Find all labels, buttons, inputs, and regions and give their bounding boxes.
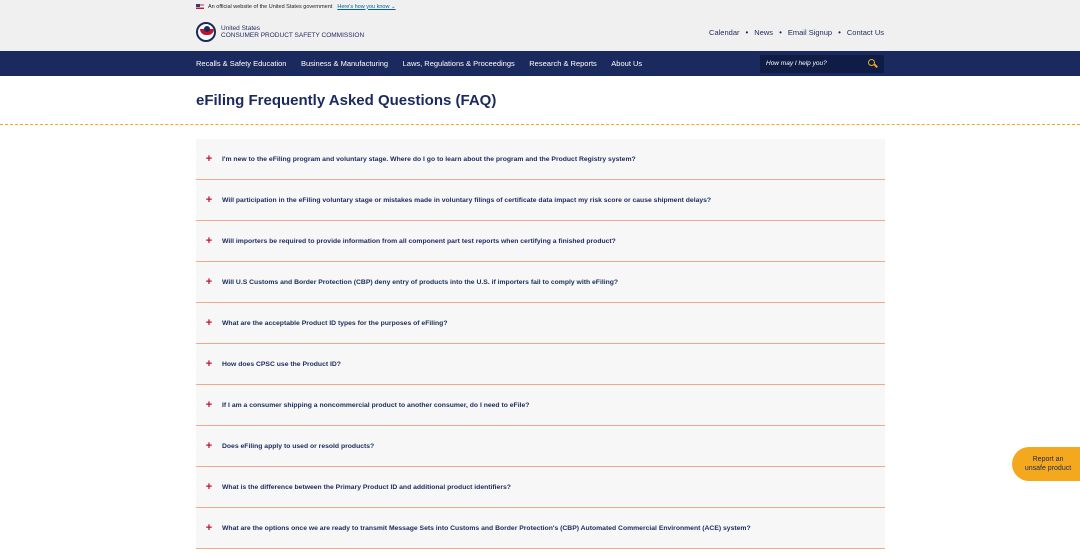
report-button-line2: unsafe product [1024, 465, 1072, 472]
main-nav: Recalls & Safety Education Business & Ma… [0, 51, 1080, 76]
faq-question: If I am a consumer shipping a noncommerc… [222, 401, 530, 409]
faq-question: What are the acceptable Product ID types… [222, 319, 448, 327]
contact-us-link[interactable]: Contact Us [847, 28, 884, 37]
faq-item[interactable]: + Will participation in the eFiling volun… [196, 180, 885, 221]
plus-icon: + [205, 194, 213, 206]
faq-question: What are the options once we are ready t… [222, 524, 751, 532]
utility-links: Calendar • News • Email Signup • Contact… [709, 28, 884, 37]
plus-icon: + [205, 276, 213, 288]
faq-item[interactable]: + What are the options once we are ready … [196, 508, 885, 549]
faq-question: Does eFiling apply to used or resold pro… [222, 442, 375, 450]
faq-item[interactable]: + If I am a consumer shipping a noncommer… [196, 385, 885, 426]
faq-item[interactable]: + Does eFiling apply to used or resold pr… [196, 426, 885, 467]
plus-icon: + [205, 440, 213, 452]
plus-icon: + [205, 399, 213, 411]
report-unsafe-product-button[interactable]: Report an unsafe product [1012, 447, 1080, 481]
us-flag-icon [196, 4, 204, 9]
nav-items: Recalls & Safety Education Business & Ma… [196, 59, 657, 68]
separator-dot: • [745, 27, 749, 37]
separator-dot: • [779, 27, 782, 37]
heres-how-you-know-link[interactable]: Here's how you know ⌄ [337, 4, 395, 10]
email-signup-link[interactable]: Email Signup [788, 28, 832, 37]
nav-item-business[interactable]: Business & Manufacturing [301, 59, 388, 68]
plus-icon: + [205, 235, 213, 247]
faq-item[interactable]: + Will U.S Customs and Border Protection … [196, 262, 885, 303]
faq-item[interactable]: + How does CPSC use the Product ID? [196, 344, 885, 385]
news-link[interactable]: News [754, 28, 773, 37]
title-area: eFiling Frequently Asked Questions (FAQ) [0, 76, 1080, 125]
faq-question: Will importers be required to provide in… [222, 237, 616, 245]
plus-icon: + [205, 358, 213, 370]
gov-banner-text: An official website of the United States… [208, 3, 333, 10]
faq-item[interactable]: + What is the difference between the Prim… [196, 467, 885, 508]
logo-text: United States CONSUMER PRODUCT SAFETY CO… [221, 24, 365, 40]
plus-icon: + [205, 522, 213, 534]
nav-item-research[interactable]: Research & Reports [529, 59, 597, 68]
faq-item[interactable]: + What are the acceptable Product ID type… [196, 303, 885, 344]
site-header: United States CONSUMER PRODUCT SAFETY CO… [0, 13, 1080, 51]
faq-question: Will participation in the eFiling volunt… [222, 196, 712, 204]
report-button-line1: Report an [1032, 456, 1064, 463]
faq-question: I'm new to the eFiling program and volun… [222, 155, 636, 163]
plus-icon: + [205, 317, 213, 329]
search-box [760, 54, 884, 73]
search-input[interactable] [766, 60, 856, 67]
plus-icon: + [205, 481, 213, 493]
search-icon[interactable] [868, 58, 878, 69]
gov-banner: An official website of the United States… [0, 0, 1080, 13]
faq-list: + I'm new to the eFiling program and volu… [196, 139, 885, 549]
page-title: eFiling Frequently Asked Questions (FAQ) [196, 91, 497, 109]
faq-question: Will U.S Customs and Border Protection (… [222, 278, 619, 286]
faq-question: How does CPSC use the Product ID? [222, 360, 341, 368]
nav-item-recalls[interactable]: Recalls & Safety Education [196, 59, 286, 68]
nav-item-laws[interactable]: Laws, Regulations & Proceedings [403, 59, 515, 68]
plus-icon: + [205, 153, 213, 165]
faq-item[interactable]: + Will importers be required to provide i… [196, 221, 885, 262]
separator-dot: • [838, 27, 841, 37]
cpsc-logo[interactable]: United States CONSUMER PRODUCT SAFETY CO… [196, 22, 364, 42]
calendar-link[interactable]: Calendar [709, 28, 739, 37]
faq-question: What is the difference between the Prima… [222, 483, 511, 491]
faq-item[interactable]: + I'm new to the eFiling program and volu… [196, 139, 885, 180]
nav-item-about[interactable]: About Us [611, 59, 642, 68]
cpsc-seal-icon [196, 22, 216, 42]
